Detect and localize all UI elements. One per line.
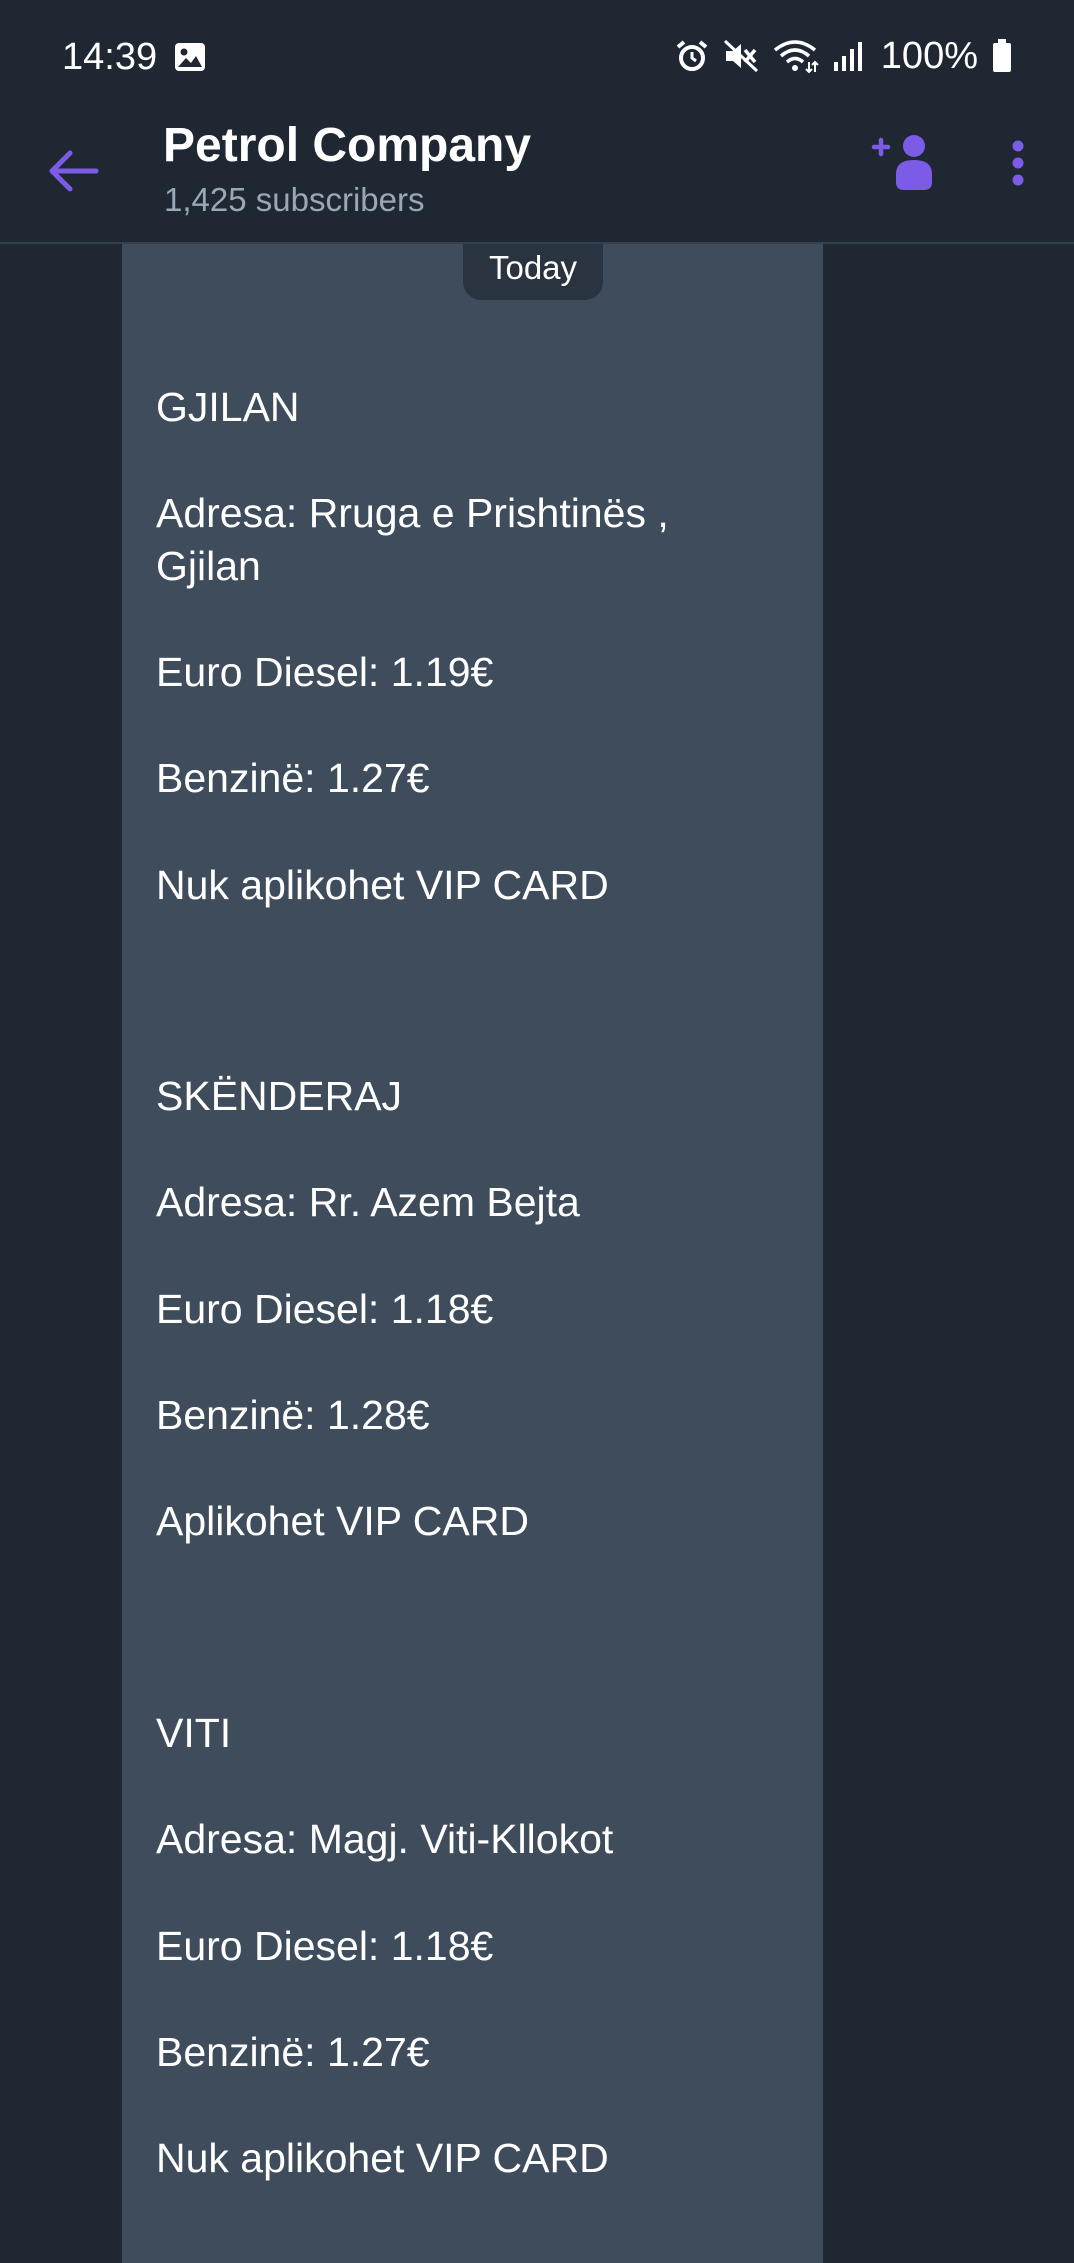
arrow-left-icon[interactable] [40,136,110,206]
image-icon [175,43,205,71]
signal-icon [833,42,862,71]
subscriber-count: 1,425 subscribers [164,181,425,218]
message-line: SKËNDERAJ [156,1073,403,1119]
message-line: Benzinë: 1.27€ [156,755,430,801]
message-line: Adresa: Magj. Viti-Kllokot [156,1816,614,1862]
battery-level: 100% [880,34,978,77]
message-line: Aplikohet VIP CARD [156,1498,529,1544]
message-line: Nuk aplikohet VIP CARD [156,862,609,908]
date-label: Today [463,244,603,300]
wifi-icon [773,40,819,74]
status-icons: 100% [675,34,1012,78]
message-line: Benzinë: 1.27€ [156,2029,430,2075]
message-line: Euro Diesel: 1.18€ [156,1923,494,1969]
channel-header: Petrol Company 1,425 subscribers [0,116,1074,244]
message-line: Adresa: Rruga e Prishtinës , Gjilan [156,490,669,589]
message-line: Adresa: Rr. Azem Bejta [156,1179,580,1225]
status-bar: 14:39 100% [0,0,1074,116]
message-line: VITI [156,1710,232,1756]
alarm-icon [676,40,708,71]
message-line: Benzinë: 1.28€ [156,1392,430,1438]
message-line: Nuk aplikohet VIP CARD [156,2135,609,2181]
message-line: Euro Diesel: 1.19€ [156,649,494,695]
chat-area[interactable]: Today GJILAN Adresa: Rruga e Prishtinës … [0,244,1074,2263]
more-vertical-icon[interactable] [1000,138,1036,208]
battery-icon [993,39,1011,72]
message-line: GJILAN [156,384,300,430]
channel-title[interactable]: Petrol Company [163,116,531,176]
add-person-icon[interactable] [870,130,940,200]
status-time: 14:39 [62,36,158,78]
mute-icon [723,39,758,73]
message-line: Euro Diesel: 1.18€ [156,1286,494,1332]
